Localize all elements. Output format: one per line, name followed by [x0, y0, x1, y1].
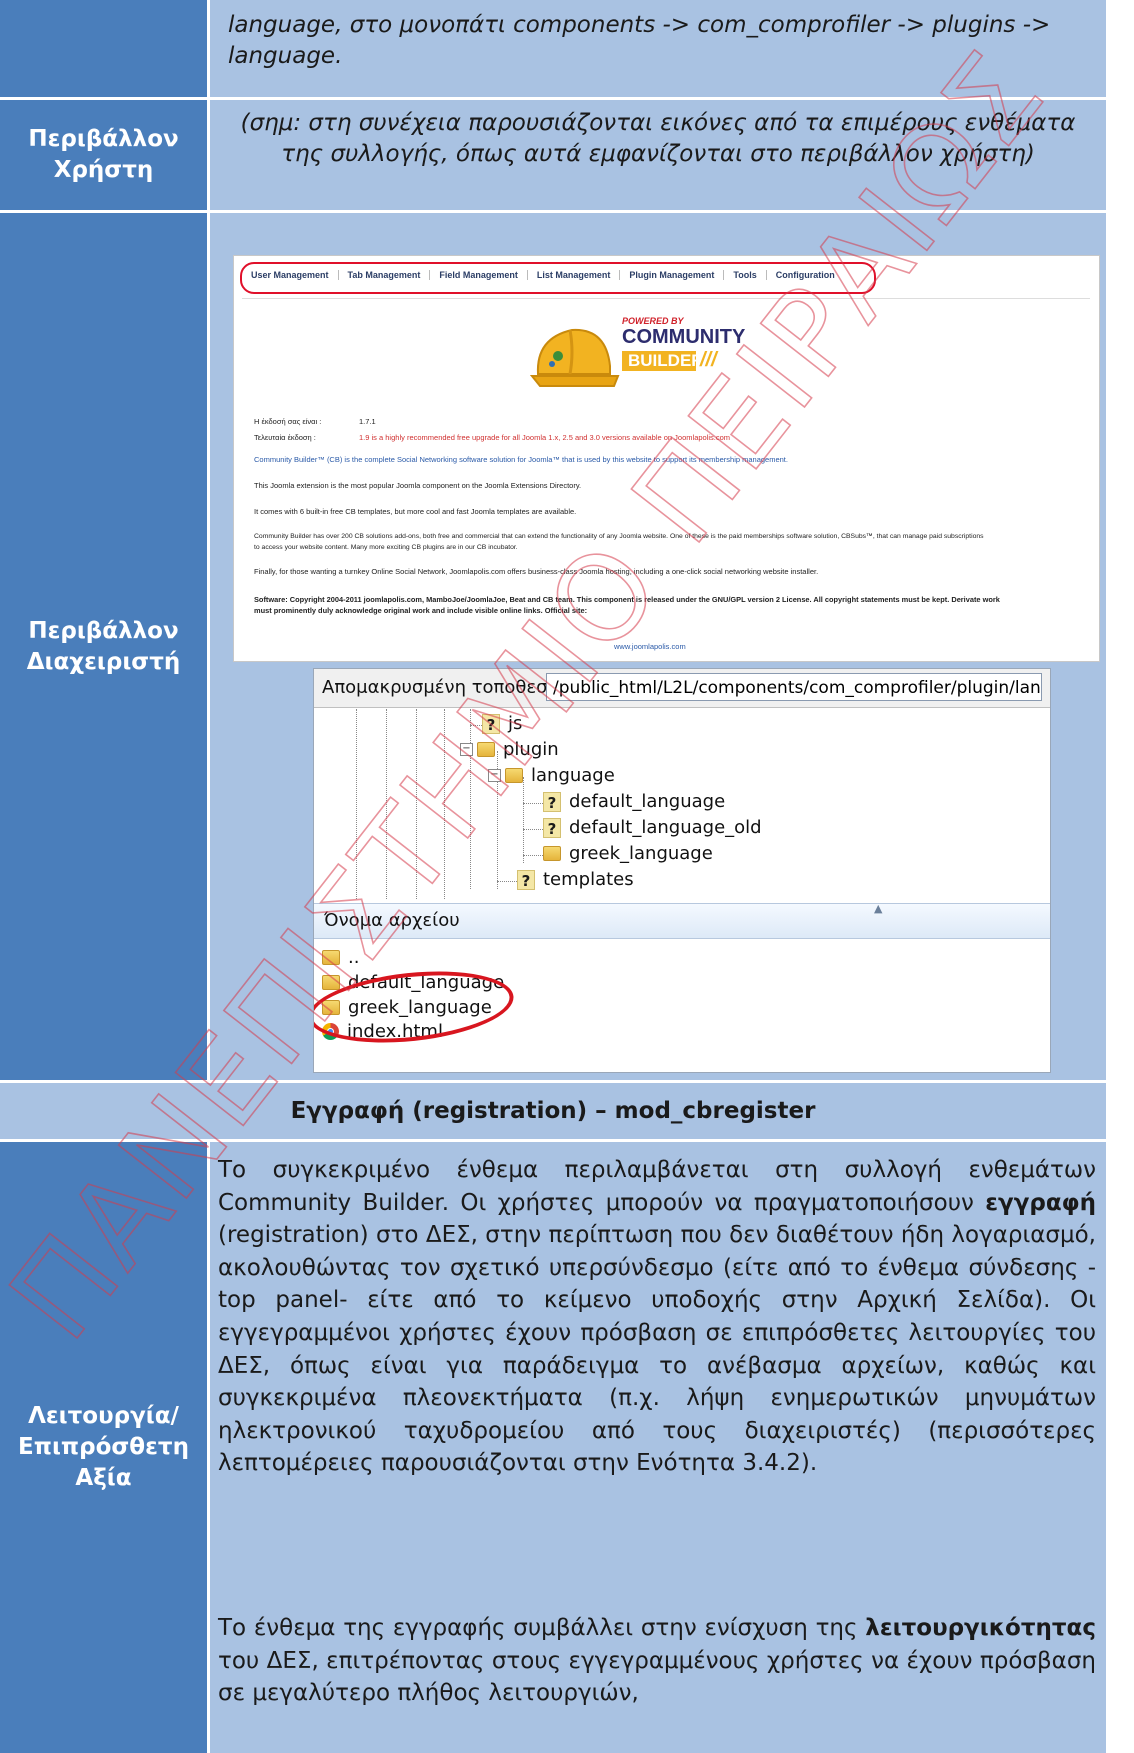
tree-item-label: greek_language: [569, 843, 713, 864]
folder-icon: [477, 742, 495, 757]
version-label: Η έκδοσή σας είναι :: [254, 417, 322, 426]
paragraph-text: Το συγκεκριμένο ένθεμα περιλαμβάνεται στ…: [218, 1157, 1096, 1216]
unknown-file-icon: ?: [543, 817, 561, 838]
menu-tools[interactable]: Tools: [724, 270, 767, 280]
tree-item-label: default_language: [569, 791, 726, 812]
row3-label: Περιβάλλον Διαχειριστή: [0, 213, 207, 1080]
tree-item-label: plugin: [503, 739, 559, 760]
row1-text: language, στο μονοπάτι components -> com…: [228, 12, 1051, 69]
remote-path-input[interactable]: /public_html/L2L/components/com_comprofi…: [546, 673, 1042, 701]
logo-community: COMMUNITY: [622, 326, 746, 348]
document-page: language, στο μονοπάτι components -> com…: [0, 0, 1134, 1753]
cb-paragraph-2: This Joomla extension is the most popula…: [254, 481, 582, 490]
bold-term: λειτουργικότητας: [865, 1615, 1096, 1641]
filename-column-header[interactable]: Όνομα αρχείου ▲: [314, 902, 1050, 939]
tree-guide: [470, 725, 482, 726]
file-row-parent[interactable]: ..: [322, 947, 359, 968]
cb-admin-screenshot: User Management Tab Management Field Man…: [233, 255, 1100, 662]
tree-item-default-language-old[interactable]: ? default_language_old: [543, 817, 762, 838]
row1-content-cell: language, στο μονοπάτι components -> com…: [210, 0, 1106, 97]
cb-admin-menu: User Management Tab Management Field Man…: [242, 262, 844, 288]
helmet-icon: [530, 328, 620, 387]
row4-content-cell: Το συγκεκριμένο ένθεμα περιλαμβάνεται στ…: [210, 1142, 1106, 1753]
latest-label: Τελευταία έκδοση :: [254, 433, 316, 442]
unknown-file-icon: ?: [482, 713, 500, 734]
tree-item-label: templates: [543, 869, 634, 890]
tree-guide: [470, 709, 471, 889]
tree-item-templates[interactable]: ? templates: [517, 869, 634, 890]
menu-plugin-management[interactable]: Plugin Management: [620, 270, 725, 280]
unknown-file-icon: ?: [517, 869, 535, 890]
file-name: ..: [348, 947, 360, 968]
cb-paragraph-4b: to access your website content. Many mor…: [254, 544, 518, 551]
logo-powered-by: POWERED BY: [622, 316, 684, 326]
cb-divider: [242, 298, 1090, 299]
tree-item-greek-language[interactable]: greek_language: [543, 843, 713, 864]
folder-icon: [543, 846, 561, 861]
logo-builder: BUILDER: [628, 351, 704, 370]
remote-site-label: Απομακρυσμένη τοποθεσία:: [322, 677, 572, 698]
collapse-icon[interactable]: −: [460, 743, 473, 756]
tree-guide: [523, 855, 543, 856]
logo-slashes: ///: [700, 349, 717, 371]
cb-copyright-2: must prominently duly acknowledge origin…: [254, 606, 588, 615]
menu-tab-management[interactable]: Tab Management: [339, 270, 431, 280]
row4-paragraph-2: Το ένθεμα της εγγραφής συμβάλλει στην εν…: [218, 1612, 1096, 1710]
version-row: Η έκδοσή σας είναι : 1.7.1: [254, 417, 376, 426]
tree-guide: [444, 709, 445, 899]
row1-label-cell: [0, 0, 207, 97]
tree-guide: [523, 829, 543, 830]
unknown-file-icon: ?: [543, 791, 561, 812]
tree-item-label: language: [531, 765, 615, 786]
row2-note: (σημ: στη συνέχεια παρουσιάζονται εικόνε…: [240, 110, 1076, 167]
cb-paragraph-3: It comes with 6 built-in free CB templat…: [254, 507, 577, 516]
tree-item-js[interactable]: ? js: [482, 713, 522, 734]
bold-term: εγγραφή: [985, 1189, 1096, 1216]
version-value: 1.7.1: [359, 417, 376, 426]
section-header: Εγγραφή (registration) – mod_cbregister: [0, 1083, 1106, 1139]
menu-field-management[interactable]: Field Management: [430, 270, 528, 280]
cb-paragraph-4a: Community Builder has over 200 CB soluti…: [254, 533, 984, 540]
tree-guide: [356, 709, 357, 899]
tree-item-label: default_language_old: [569, 817, 762, 838]
tree-guide: [497, 881, 517, 882]
row2-label: Περιβάλλον Χρήστη: [0, 100, 207, 210]
cb-paragraph-1: Community Builder™ (CB) is the complete …: [254, 455, 788, 464]
remote-site-bar: Απομακρυσμένη τοποθεσία: /public_html/L2…: [314, 669, 1050, 708]
tree-guide: [416, 709, 417, 899]
menu-list-management[interactable]: List Management: [528, 270, 621, 280]
ftp-client-screenshot: Απομακρυσμένη τοποθεσία: /public_html/L2…: [313, 668, 1051, 1073]
filename-column-label: Όνομα αρχείου: [324, 910, 460, 931]
community-builder-logo: POWERED BY COMMUNITY BUILDER ///: [530, 312, 745, 394]
tree-guide: [523, 777, 524, 863]
paragraph-text: Το ένθεμα της εγγραφής συμβάλλει στην εν…: [218, 1615, 866, 1641]
cb-paragraph-5: Finally, for those wanting a turnkey Onl…: [254, 567, 819, 576]
tree-guide: [386, 709, 387, 899]
section-title: Εγγραφή (registration) – mod_cbregister: [290, 1098, 816, 1124]
row4-paragraph-1: Το συγκεκριμένο ένθεμα περιλαμβάνεται στ…: [218, 1154, 1096, 1480]
tree-item-default-language[interactable]: ? default_language: [543, 791, 725, 812]
tree-item-label: js: [508, 713, 523, 734]
folder-icon: [322, 950, 340, 965]
menu-user-management[interactable]: User Management: [242, 270, 339, 280]
cb-copyright-1: Software: Copyright 2004-2011 joomlapoli…: [254, 595, 1000, 604]
row4-label: Λειτουργία/ Επιπρόσθετη Αξία: [0, 1142, 207, 1753]
tree-item-plugin[interactable]: − plugin: [460, 739, 559, 760]
latest-row: Τελευταία έκδοση : 1.9 is a highly recom…: [254, 433, 730, 442]
paragraph-text: (registration) στο ΔΕΣ, στην περίπτωση π…: [218, 1222, 1096, 1477]
paragraph-text: του ΔΕΣ, επιτρέποντας στους εγγεγραμμένο…: [218, 1647, 1096, 1707]
folder-icon: [505, 768, 523, 783]
folder-icon: [322, 975, 340, 990]
menu-configuration[interactable]: Configuration: [767, 270, 844, 280]
tree-item-language[interactable]: − language: [488, 765, 615, 786]
sort-arrow-icon: ▲: [874, 902, 883, 915]
tree-guide: [523, 803, 543, 804]
collapse-icon[interactable]: −: [488, 769, 501, 782]
row2-content-cell: (σημ: στη συνέχεια παρουσιάζονται εικόνε…: [210, 100, 1106, 210]
latest-value[interactable]: 1.9 is a highly recommended free upgrade…: [359, 433, 730, 442]
cb-site-link[interactable]: www.joomlapolis.com: [614, 642, 686, 651]
